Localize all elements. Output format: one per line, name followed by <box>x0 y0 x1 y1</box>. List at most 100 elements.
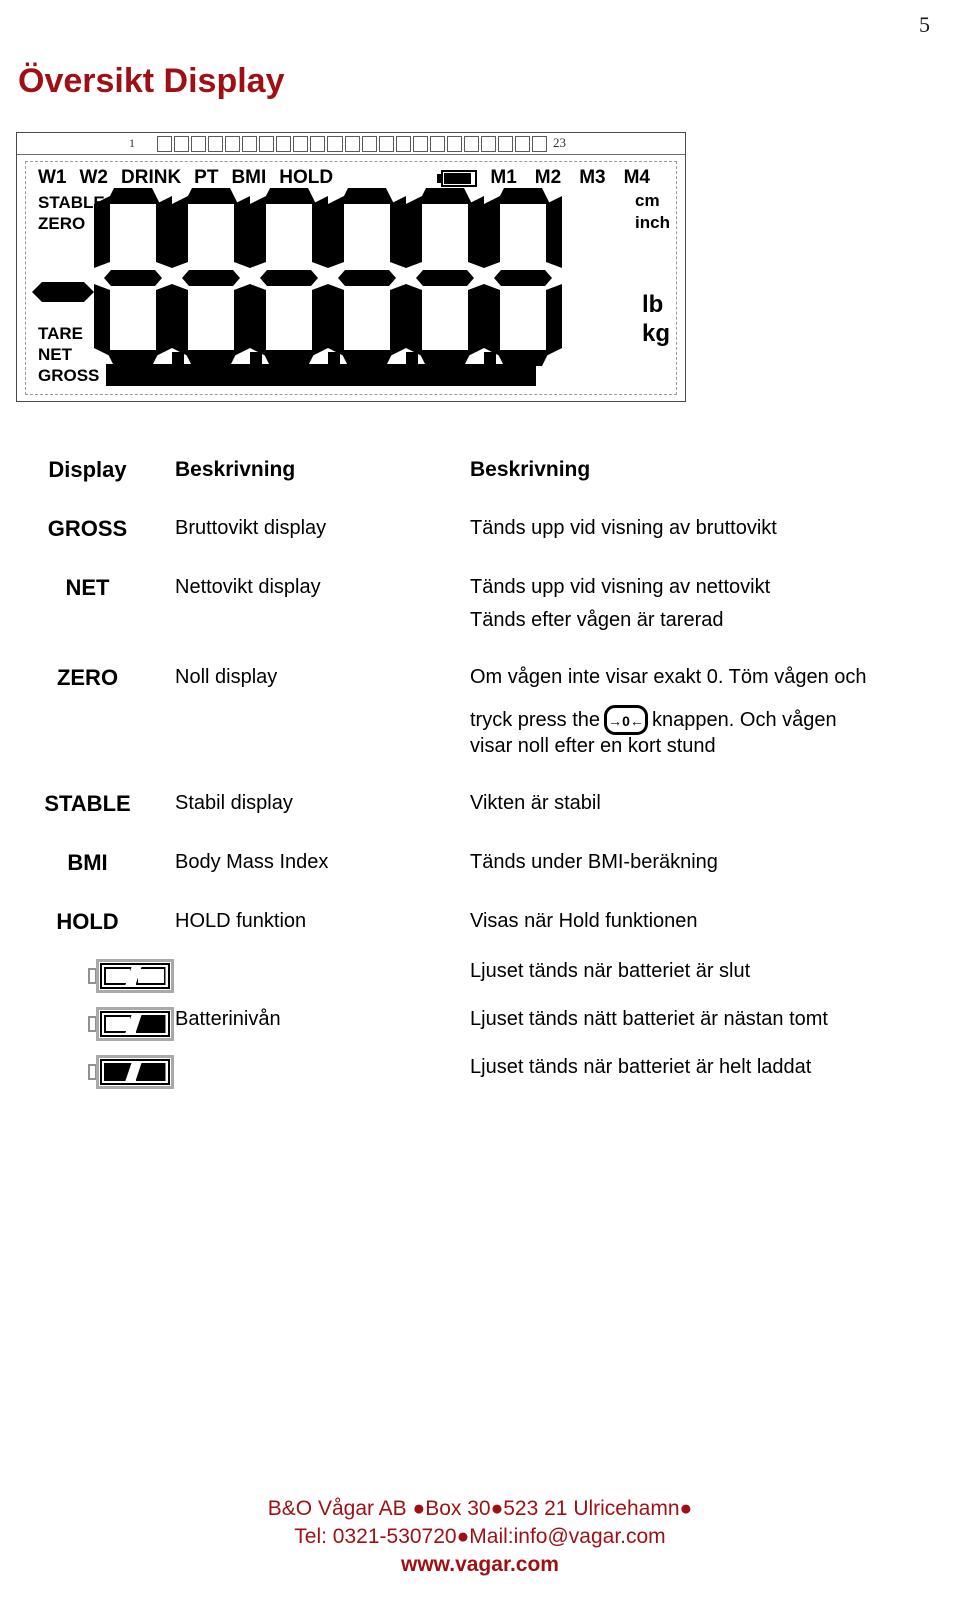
ruler-segment <box>310 136 326 152</box>
row-detail-gross: Tänds upp vid visning av bruttovikt <box>470 517 777 539</box>
ruler-segment <box>208 136 224 152</box>
row-detail-net: Tänds upp vid visning av nettovikt Tänds… <box>470 573 960 632</box>
footer-contact: Tel: 0321-530720●Mail:info@vagar.com <box>294 1525 666 1548</box>
ruler-segment <box>259 136 275 152</box>
minus-sign-indicator <box>32 282 94 302</box>
row-detail-zero-line2: tryck press the →0← knappen. Och vågen <box>470 705 946 735</box>
ruler-segments <box>157 136 548 152</box>
lcd-segment-e <box>328 284 344 356</box>
footer-website[interactable]: www.vagar.com <box>0 1551 960 1579</box>
lcd-display-diagram: 1 23 W1 W2 DRINK PT BMI HOLD M1 M2 M3 M4… <box>16 132 686 402</box>
lcd-segment-f <box>250 196 266 268</box>
ruler-end-label: 23 <box>553 135 566 150</box>
battery-icon <box>437 169 478 187</box>
table-row: Ljuset tänds när batteriet är helt ladda… <box>0 1053 960 1089</box>
ruler-segment <box>395 136 411 152</box>
row-desc-net: Nettovikt display <box>175 576 321 598</box>
lcd-segment-a <box>184 188 238 204</box>
table-row: ZERO Noll display Om vågen inte visar ex… <box>0 663 960 758</box>
table-row: BMI Body Mass Index Tänds under BMI-berä… <box>0 848 960 876</box>
ruler-segment <box>532 136 548 152</box>
zero-key-label: →0← <box>608 713 644 729</box>
row-label-hold: HOLD <box>56 909 119 934</box>
lcd-segment-g <box>104 270 162 286</box>
ruler-segment <box>480 136 496 152</box>
lcd-segment-g <box>338 270 396 286</box>
annunciator-pt: PT <box>194 167 219 188</box>
row-label-zero: ZERO <box>56 665 119 690</box>
ruler-segment <box>225 136 241 152</box>
row-desc-gross: Bruttovikt display <box>175 517 327 539</box>
lcd-ruler: 1 23 <box>17 133 685 155</box>
annunciator-kg: kg <box>641 320 670 347</box>
lcd-segment-g <box>182 270 240 286</box>
lcd-progress-bar <box>106 364 536 386</box>
ruler-segment <box>429 136 445 152</box>
table-row: Ljuset tänds när batteriet är slut <box>0 957 960 993</box>
lcd-segment-c <box>234 284 250 356</box>
lcd-segment-e <box>172 284 188 356</box>
annunciator-drink: DRINK <box>121 167 182 188</box>
lcd-segment-f <box>94 196 110 268</box>
lcd-segment-b <box>234 196 250 268</box>
lcd-segment-b <box>156 196 172 268</box>
lcd-segment-e <box>406 284 422 356</box>
lcd-segment-c <box>468 284 484 356</box>
annunciator-w1: W1 <box>38 167 67 188</box>
lcd-segment-c <box>390 284 406 356</box>
lcd-left-annunciators-bottom: TARE NET GROSS <box>38 323 99 386</box>
lcd-segment-b <box>312 196 328 268</box>
ruler-segment <box>497 136 513 152</box>
lcd-active-area: W1 W2 DRINK PT BMI HOLD M1 M2 M3 M4 STAB… <box>25 161 677 395</box>
ruler-segment <box>412 136 428 152</box>
row-detail-zero: Om vågen inte visar exakt 0. Töm vågen o… <box>470 663 960 758</box>
annunciator-m3: M3 <box>579 167 606 188</box>
lcd-segment-c <box>156 284 172 356</box>
lcd-seven-segment-digits <box>94 188 562 368</box>
column-header-beskrivning-2: Beskrivning <box>470 458 591 481</box>
display-legend-table: Display Beskrivning Beskrivning GROSS Br… <box>0 455 960 1089</box>
row-icon-battery-full <box>0 1053 175 1089</box>
annunciator-inch: inch <box>635 213 670 232</box>
lcd-segment-f <box>406 196 422 268</box>
lcd-segment-f <box>172 196 188 268</box>
lcd-segment-b <box>546 196 562 268</box>
row-icon-battery-empty <box>0 957 175 993</box>
column-header-beskrivning-1: Beskrivning <box>175 458 296 481</box>
zero-instruction-suffix: knappen. Och vågen <box>652 709 837 731</box>
ruler-start-label: 1 <box>129 136 135 150</box>
column-header-display: Display <box>48 457 127 482</box>
lcd-segment-c <box>312 284 328 356</box>
lcd-digit <box>484 188 562 366</box>
row-detail-bmi: Tänds under BMI-beräkning <box>470 851 718 873</box>
ruler-segment <box>446 136 462 152</box>
lcd-segment-e <box>484 284 500 356</box>
table-row: STABLE Stabil display Vikten är stabil <box>0 789 960 817</box>
lcd-segment-c <box>546 284 562 356</box>
annunciator-m1: M1 <box>490 167 517 188</box>
lcd-segment-e <box>250 284 266 356</box>
annunciator-tare: TARE <box>38 324 84 343</box>
lcd-segment-g <box>416 270 474 286</box>
lcd-segment-g <box>494 270 552 286</box>
row-detail-net-line1: Tänds upp vid visning av nettovikt <box>470 576 771 598</box>
battery-fill <box>444 172 472 184</box>
row-label-gross: GROSS <box>47 516 128 541</box>
ruler-segment <box>157 136 173 152</box>
table-row: HOLD HOLD funktion Visas när Hold funkti… <box>0 907 960 935</box>
lcd-segment-b <box>468 196 484 268</box>
row-label-stable: STABLE <box>44 791 131 816</box>
lcd-top-annunciators: W1 W2 DRINK PT BMI HOLD M1 M2 M3 M4 <box>38 166 668 190</box>
footer: B&O Vågar AB ●Box 30●523 21 Ulricehamn● … <box>0 1495 960 1579</box>
annunciator-m4: M4 <box>623 167 650 188</box>
table-row: Batterinivån Ljuset tänds nätt batteriet… <box>0 1005 960 1041</box>
page-title: Översikt Display <box>18 62 285 100</box>
ruler-segment <box>276 136 292 152</box>
zero-key-icon[interactable]: →0← <box>604 705 649 735</box>
ruler-segment <box>293 136 309 152</box>
